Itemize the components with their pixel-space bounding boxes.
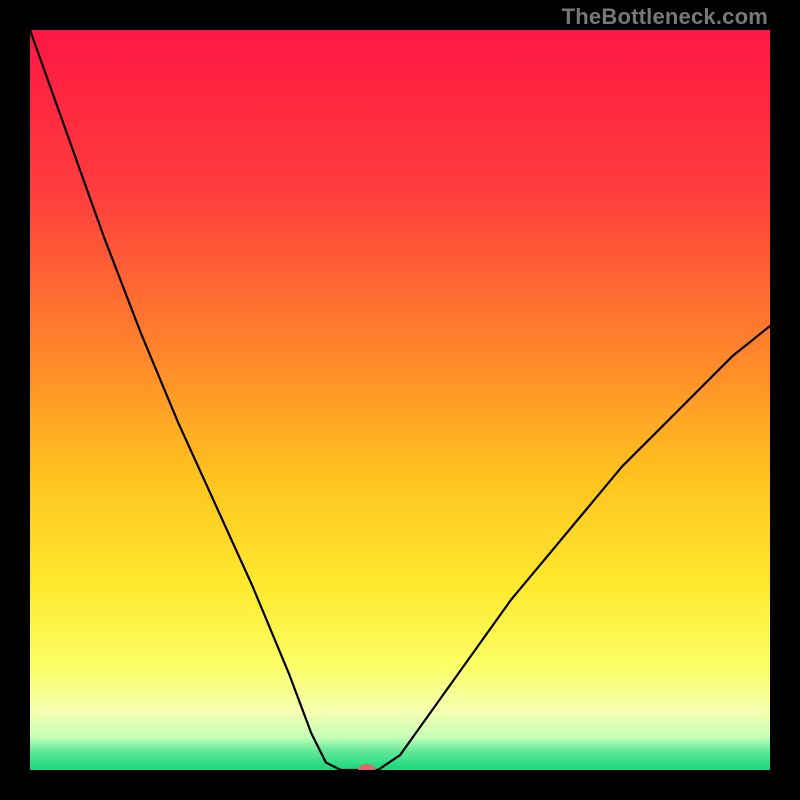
watermark-text: TheBottleneck.com — [562, 4, 768, 30]
chart-svg — [30, 30, 770, 770]
plot-area — [30, 30, 770, 770]
chart-frame: TheBottleneck.com — [0, 0, 800, 800]
gradient-background — [30, 30, 770, 770]
